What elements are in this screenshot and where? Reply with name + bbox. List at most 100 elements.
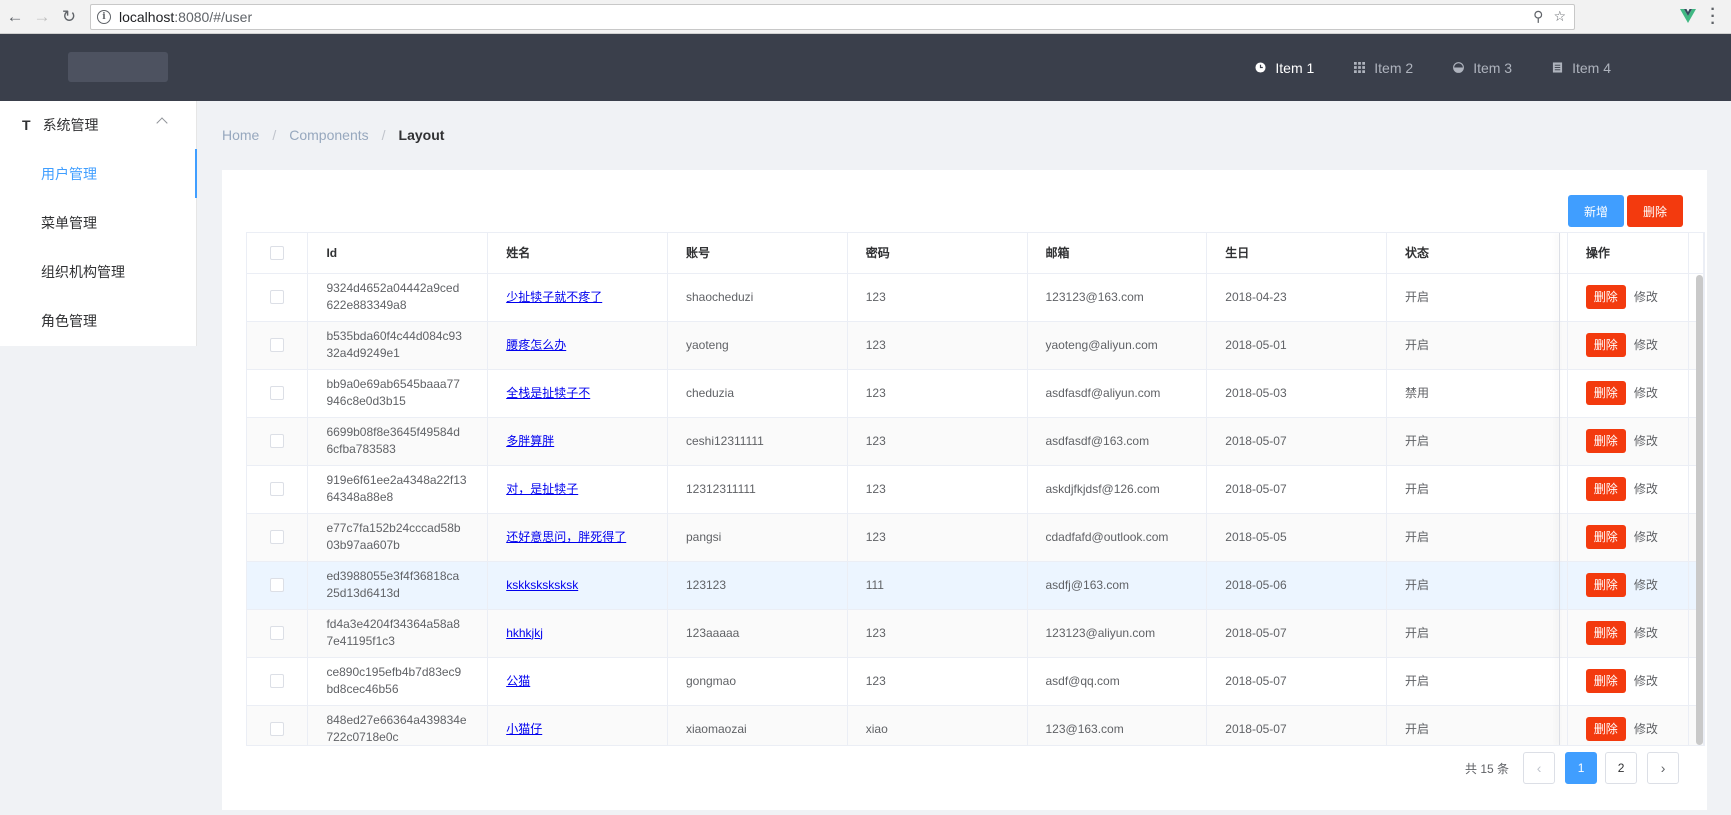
cell-birthday: 2018-05-06	[1206, 561, 1388, 610]
cell-id: b535bda60f4c44d084c93 32a4d9249e1	[307, 321, 489, 370]
row-checkbox[interactable]	[270, 386, 285, 401]
cell-email: asdf@qq.com	[1027, 657, 1208, 706]
back-arrow-icon[interactable]: ←	[2, 4, 28, 30]
cell-id-line: 946c8e0d3b15	[326, 394, 406, 408]
user-name-link[interactable]: 公猫	[506, 674, 530, 688]
row-delete-button[interactable]: 删除	[1585, 669, 1626, 693]
table-row[interactable]: ce890c195efb4b7d83ec9 bd8cec46b56 公猫 gongma…	[247, 657, 1704, 706]
page-button-2[interactable]: 2	[1605, 752, 1638, 784]
cell-name: 腰疼怎么办	[487, 321, 668, 370]
prev-page-button[interactable]: ‹	[1523, 752, 1556, 784]
user-name-link[interactable]: 多胖算胖	[506, 434, 554, 448]
row-edit-button[interactable]: 修改	[1634, 626, 1658, 640]
row-select-cell	[247, 369, 309, 418]
top-menu-item-2[interactable]: Item 2	[1334, 34, 1433, 101]
row-checkbox[interactable]	[270, 530, 285, 545]
top-menu: Item 1 Item 2 Item 3 Item 4	[1235, 34, 1631, 101]
table-row[interactable]: bb9a0e69ab6545baaa77 946c8e0d3b15 全栈是扯犊子不 c…	[247, 369, 1704, 418]
table-row[interactable]: ed3988055e3f4f36818ca 25d13d6413d kskksksk…	[247, 561, 1704, 610]
row-select-cell	[247, 273, 309, 322]
row-checkbox[interactable]	[270, 434, 285, 449]
row-delete-button[interactable]: 删除	[1585, 573, 1626, 597]
sidebar-item-users[interactable]: 用户管理	[0, 149, 197, 198]
row-delete-button[interactable]: 删除	[1585, 717, 1626, 741]
sidebar-item-menus[interactable]: 菜单管理	[0, 198, 196, 247]
forward-arrow-icon[interactable]: →	[29, 4, 55, 30]
cell-email: 123123@163.com	[1027, 273, 1208, 322]
row-delete-button[interactable]: 删除	[1585, 429, 1626, 453]
page-button-1[interactable]: 1	[1565, 752, 1598, 784]
browser-menu-icon[interactable]: · · ·	[1708, 2, 1718, 32]
cell-account: ceshi12311111	[667, 417, 848, 466]
vue-devtools-icon[interactable]	[1680, 7, 1696, 25]
table-row[interactable]: 848ed27e66364a439834e 722c0718e0c 小猫仔 xiaom…	[247, 705, 1704, 745]
address-bar[interactable]: i localhost:8080/#/user ⚲ ☆	[90, 4, 1575, 30]
row-checkbox[interactable]	[270, 674, 285, 689]
star-icon[interactable]: ☆	[1553, 8, 1566, 25]
row-edit-button[interactable]: 修改	[1634, 482, 1658, 496]
row-delete-button[interactable]: 删除	[1585, 621, 1626, 645]
row-checkbox[interactable]	[270, 722, 285, 737]
top-menu-item-3[interactable]: Item 3	[1433, 34, 1532, 101]
cell-birthday: 2018-05-07	[1206, 465, 1388, 514]
row-delete-button[interactable]: 删除	[1585, 525, 1626, 549]
top-menu-item-4[interactable]: Item 4	[1532, 34, 1631, 101]
row-checkbox[interactable]	[270, 338, 285, 353]
sidebar-group-system[interactable]: T 系统管理	[0, 101, 196, 149]
cell-email: cdadfafd@outlook.com	[1027, 513, 1208, 562]
info-icon[interactable]: i	[97, 10, 111, 24]
row-checkbox[interactable]	[270, 626, 285, 641]
sidebar-item-organization[interactable]: 组织机构管理	[0, 247, 196, 296]
row-edit-button[interactable]: 修改	[1634, 578, 1658, 592]
row-delete-button[interactable]: 删除	[1585, 333, 1626, 357]
column-header-name[interactable]: 姓名	[487, 233, 668, 274]
row-edit-button[interactable]: 修改	[1634, 290, 1658, 304]
table-row[interactable]: e77c7fa152b24cccad58b 03b97aa607b 还好意思问，胖死…	[247, 513, 1704, 562]
table-row[interactable]: 919e6f61ee2a4348a22f13 64348a88e8 对，是扯犊子 12…	[247, 465, 1704, 514]
user-name-link[interactable]: 小猫仔	[506, 722, 542, 736]
row-delete-button[interactable]: 删除	[1585, 381, 1626, 405]
sidebar-item-roles[interactable]: 角色管理	[0, 296, 196, 345]
row-edit-button[interactable]: 修改	[1634, 674, 1658, 688]
row-edit-button[interactable]: 修改	[1634, 434, 1658, 448]
select-all-checkbox[interactable]	[270, 246, 285, 261]
row-delete-button[interactable]: 删除	[1585, 285, 1626, 309]
top-menu-item-1[interactable]: Item 1	[1235, 34, 1334, 101]
column-header-id[interactable]: Id	[307, 233, 489, 274]
breadcrumb-components[interactable]: Components	[289, 127, 368, 143]
column-header-status[interactable]: 状态	[1386, 233, 1568, 274]
row-checkbox[interactable]	[270, 290, 285, 305]
column-header-password[interactable]: 密码	[847, 233, 1028, 274]
row-edit-button[interactable]: 修改	[1634, 338, 1658, 352]
row-edit-button[interactable]: 修改	[1634, 722, 1658, 736]
user-name-link[interactable]: kskksksksksk	[506, 578, 578, 592]
table-row[interactable]: fd4a3e4204f34364a58a8 7e41195f1c3 hkhkjkj 1…	[247, 609, 1704, 658]
user-name-link[interactable]: 少扯犊子就不疼了	[506, 290, 602, 304]
row-checkbox[interactable]	[270, 482, 285, 497]
row-edit-button[interactable]: 修改	[1634, 530, 1658, 544]
user-name-link[interactable]: 腰疼怎么办	[506, 338, 566, 352]
user-name-link[interactable]: 对，是扯犊子	[506, 482, 578, 496]
column-header-birthday[interactable]: 生日	[1206, 233, 1388, 274]
row-delete-button[interactable]: 删除	[1585, 477, 1626, 501]
user-name-link[interactable]: hkhkjkj	[506, 626, 543, 640]
user-name-link[interactable]: 还好意思问，胖死得了	[506, 530, 626, 544]
table-row[interactable]: 6699b08f8e3645f49584d 6cfba783583 多胖算胖 cesh…	[247, 417, 1704, 466]
logo[interactable]	[68, 52, 168, 82]
key-icon[interactable]: ⚲	[1533, 8, 1543, 25]
row-checkbox[interactable]	[270, 578, 285, 593]
table-scrollbar[interactable]	[1696, 275, 1703, 745]
row-edit-button[interactable]: 修改	[1634, 386, 1658, 400]
batch-delete-button[interactable]: 删除	[1627, 195, 1683, 227]
breadcrumb-home[interactable]: Home	[222, 127, 259, 143]
table-row[interactable]: b535bda60f4c44d084c93 32a4d9249e1 腰疼怎么办 yao…	[247, 321, 1704, 370]
cell-actions: 删除 修改	[1567, 657, 1689, 706]
user-name-link[interactable]: 全栈是扯犊子不	[506, 386, 590, 400]
reload-icon[interactable]: ↻	[56, 4, 82, 30]
add-button[interactable]: 新增	[1568, 195, 1624, 227]
column-header-account[interactable]: 账号	[667, 233, 848, 274]
next-page-button[interactable]: ›	[1647, 752, 1680, 784]
cell-name: 还好意思问，胖死得了	[487, 513, 668, 562]
column-header-email[interactable]: 邮箱	[1027, 233, 1208, 274]
table-row[interactable]: 9324d4652a04442a9ced 622e883349a8 少扯犊子就不疼了…	[247, 273, 1704, 322]
